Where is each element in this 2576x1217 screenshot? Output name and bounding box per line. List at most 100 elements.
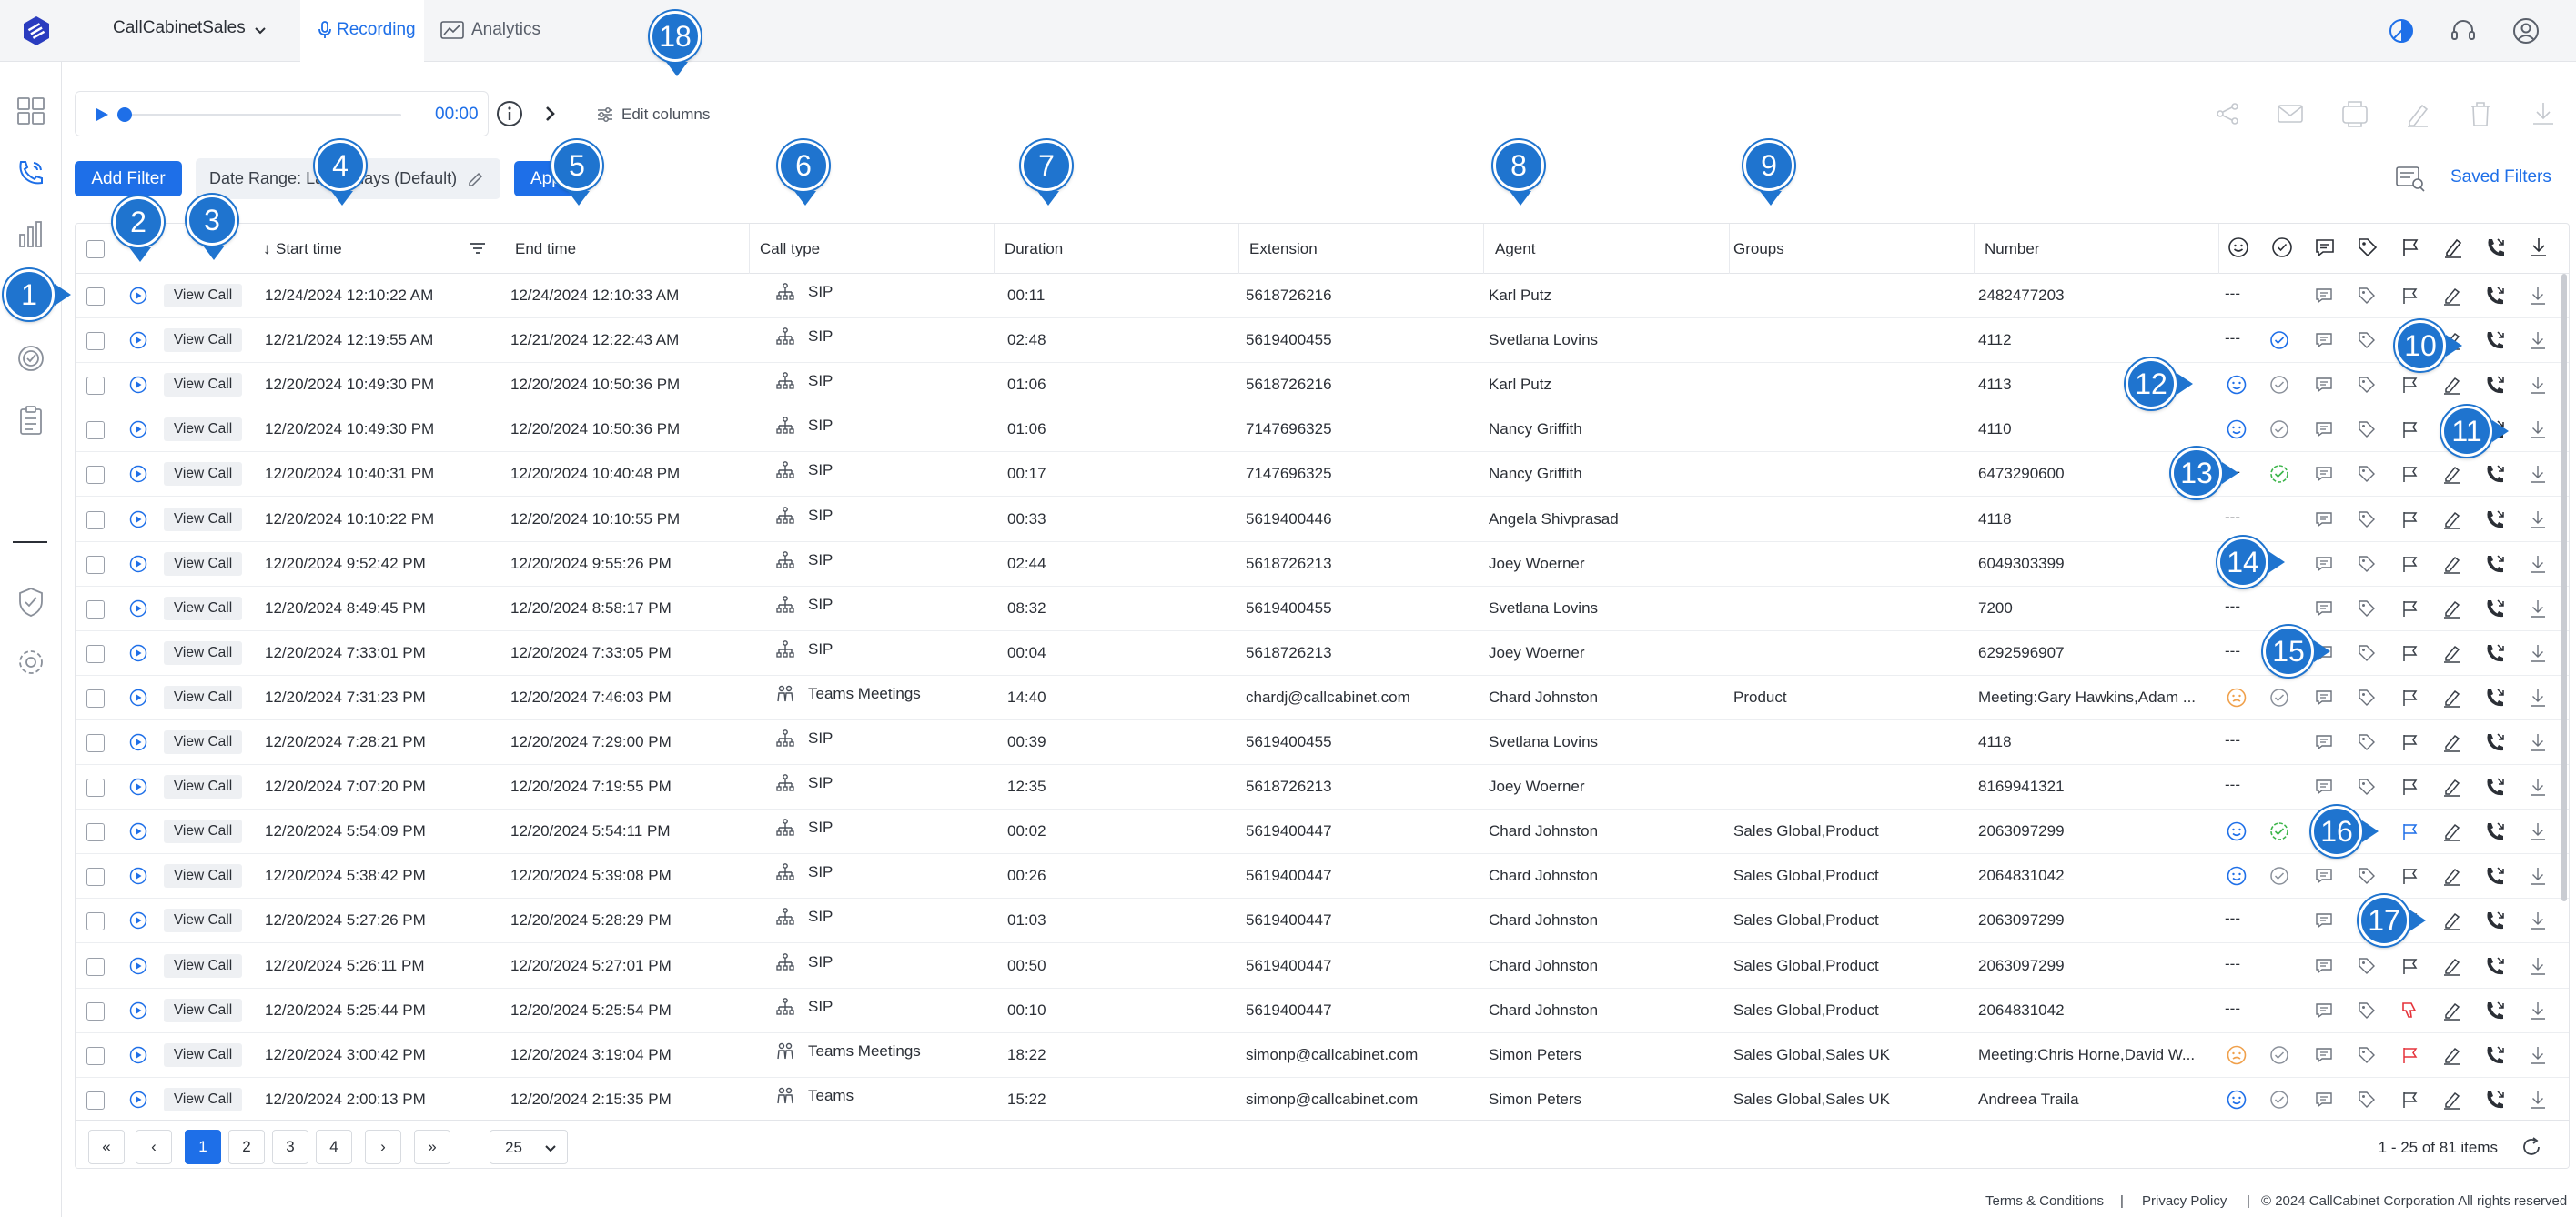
last-page-button[interactable]: » xyxy=(414,1130,450,1164)
player-seek-handle[interactable] xyxy=(117,107,132,122)
evaluation-status-icon[interactable] xyxy=(2268,865,2290,887)
row-checkbox[interactable] xyxy=(86,957,105,976)
first-page-button[interactable]: « xyxy=(88,1130,125,1164)
page-size-select[interactable]: 25 xyxy=(490,1130,568,1164)
view-call-button[interactable]: View Call xyxy=(164,909,242,933)
download-icon[interactable] xyxy=(2527,374,2549,396)
flag-icon[interactable] xyxy=(2399,776,2420,798)
tab-recording[interactable]: Recording xyxy=(300,0,424,62)
tag-icon[interactable] xyxy=(2356,285,2378,307)
view-call-button[interactable]: View Call xyxy=(164,775,242,800)
row-checkbox[interactable] xyxy=(86,510,105,529)
row-checkbox[interactable] xyxy=(86,555,105,574)
table-row[interactable]: View Call 12/20/2024 5:38:42 PM 12/20/2024… xyxy=(76,854,2569,900)
flag-icon[interactable] xyxy=(2399,463,2420,485)
table-row[interactable]: View Call 12/20/2024 9:52:42 PM 12/20/2024… xyxy=(76,542,2569,587)
flag-icon[interactable] xyxy=(2399,731,2420,753)
play-call-icon[interactable] xyxy=(129,420,147,438)
tag-icon[interactable] xyxy=(2356,1000,2378,1021)
row-checkbox[interactable] xyxy=(86,868,105,887)
flag-icon[interactable] xyxy=(2399,687,2420,709)
tag-icon[interactable] xyxy=(2356,463,2378,485)
column-filter-icon[interactable] xyxy=(468,238,488,258)
flag-icon[interactable] xyxy=(2399,508,2420,530)
view-call-button[interactable]: View Call xyxy=(164,864,242,889)
annotate-icon[interactable] xyxy=(2441,910,2463,931)
edit-pencil-icon[interactable] xyxy=(466,169,484,187)
play-call-icon[interactable] xyxy=(129,1046,147,1064)
view-call-button[interactable]: View Call xyxy=(164,417,242,442)
table-row[interactable]: View Call 12/20/2024 10:10:22 PM 12/20/202… xyxy=(76,498,2569,542)
view-call-button[interactable]: View Call xyxy=(164,998,242,1022)
download-icon[interactable] xyxy=(2527,1044,2549,1066)
tag-icon[interactable] xyxy=(2356,418,2378,440)
flag-icon[interactable] xyxy=(2399,820,2420,842)
play-call-icon[interactable] xyxy=(129,867,147,885)
annotate-icon[interactable] xyxy=(2441,553,2463,575)
view-call-button[interactable]: View Call xyxy=(164,462,242,487)
tag-icon[interactable] xyxy=(2356,553,2378,575)
quality-check-icon[interactable] xyxy=(13,340,49,377)
tag-icon[interactable] xyxy=(2356,1089,2378,1111)
tab-analytics[interactable]: Analytics xyxy=(437,0,564,62)
view-call-button[interactable]: View Call xyxy=(164,328,242,353)
comment-icon[interactable] xyxy=(2313,910,2335,931)
share-icon[interactable] xyxy=(2212,98,2243,129)
tag-icon[interactable] xyxy=(2356,731,2378,753)
sentiment-positive-icon[interactable] xyxy=(2226,820,2248,842)
download-icon[interactable] xyxy=(2527,820,2549,842)
play-call-icon[interactable] xyxy=(129,1001,147,1020)
table-row[interactable]: View Call 12/20/2024 8:49:45 PM 12/20/2024… xyxy=(76,587,2569,631)
evaluation-status-icon[interactable] xyxy=(2268,1089,2290,1111)
evaluation-status-icon[interactable] xyxy=(2268,374,2290,396)
play-call-icon[interactable] xyxy=(129,957,147,975)
flag-icon[interactable] xyxy=(2399,865,2420,887)
sentiment-positive-icon[interactable] xyxy=(2226,865,2248,887)
tag-icon[interactable] xyxy=(2356,865,2378,887)
evaluation-status-icon[interactable] xyxy=(2268,418,2290,440)
evaluation-status-icon[interactable] xyxy=(2268,820,2290,842)
page-4-button[interactable]: 4 xyxy=(316,1130,352,1164)
download-icon[interactable] xyxy=(2527,731,2549,753)
download-icon[interactable] xyxy=(2527,776,2549,798)
add-filter-button[interactable]: Add Filter xyxy=(75,161,182,196)
flag-icon[interactable] xyxy=(2399,285,2420,307)
edit-columns-button[interactable]: Edit columns xyxy=(596,104,732,126)
chevron-right-icon[interactable] xyxy=(540,103,561,125)
col-call-type[interactable]: Call type xyxy=(760,240,820,258)
row-checkbox[interactable] xyxy=(86,377,105,396)
call-direction-icon[interactable] xyxy=(2484,731,2506,753)
sentiment-positive-icon[interactable] xyxy=(2226,418,2248,440)
col-extension[interactable]: Extension xyxy=(1249,240,1318,258)
sentiment-positive-icon[interactable] xyxy=(2226,1089,2248,1111)
row-checkbox[interactable] xyxy=(86,644,105,663)
call-direction-icon[interactable] xyxy=(2484,1000,2506,1021)
play-call-icon[interactable] xyxy=(129,555,147,573)
thumbs-down-icon[interactable] xyxy=(2399,1000,2420,1021)
table-row[interactable]: View Call 12/20/2024 5:27:26 PM 12/20/2024… xyxy=(76,899,2569,944)
table-row[interactable]: View Call 12/20/2024 7:33:01 PM 12/20/2024… xyxy=(76,631,2569,676)
table-row[interactable]: View Call 12/20/2024 5:25:44 PM 12/20/2024… xyxy=(76,989,2569,1033)
call-direction-icon[interactable] xyxy=(2484,285,2506,307)
email-icon[interactable] xyxy=(2275,98,2306,129)
chevron-down-icon[interactable] xyxy=(251,22,269,40)
page-2-button[interactable]: 2 xyxy=(228,1130,265,1164)
sentiment-negative-icon[interactable] xyxy=(2226,1044,2248,1066)
annotate-icon[interactable] xyxy=(2441,374,2463,396)
evaluation-status-icon[interactable] xyxy=(2268,1044,2290,1066)
refresh-icon[interactable] xyxy=(2520,1135,2543,1159)
row-checkbox[interactable] xyxy=(86,779,105,798)
privacy-link[interactable]: Privacy Policy xyxy=(2142,1193,2227,1209)
annotate-icon[interactable] xyxy=(2441,463,2463,485)
comment-icon[interactable] xyxy=(2313,374,2335,396)
view-call-button[interactable]: View Call xyxy=(164,507,242,531)
col-agent[interactable]: Agent xyxy=(1495,240,1535,258)
comment-icon[interactable] xyxy=(2313,463,2335,485)
download-icon[interactable] xyxy=(2528,98,2559,129)
tag-icon[interactable] xyxy=(2356,598,2378,619)
clipboard-icon[interactable] xyxy=(13,402,49,438)
call-direction-icon[interactable] xyxy=(2484,955,2506,977)
call-direction-icon[interactable] xyxy=(2484,910,2506,931)
flag-icon[interactable] xyxy=(2399,1089,2420,1111)
view-call-button[interactable]: View Call xyxy=(164,820,242,844)
